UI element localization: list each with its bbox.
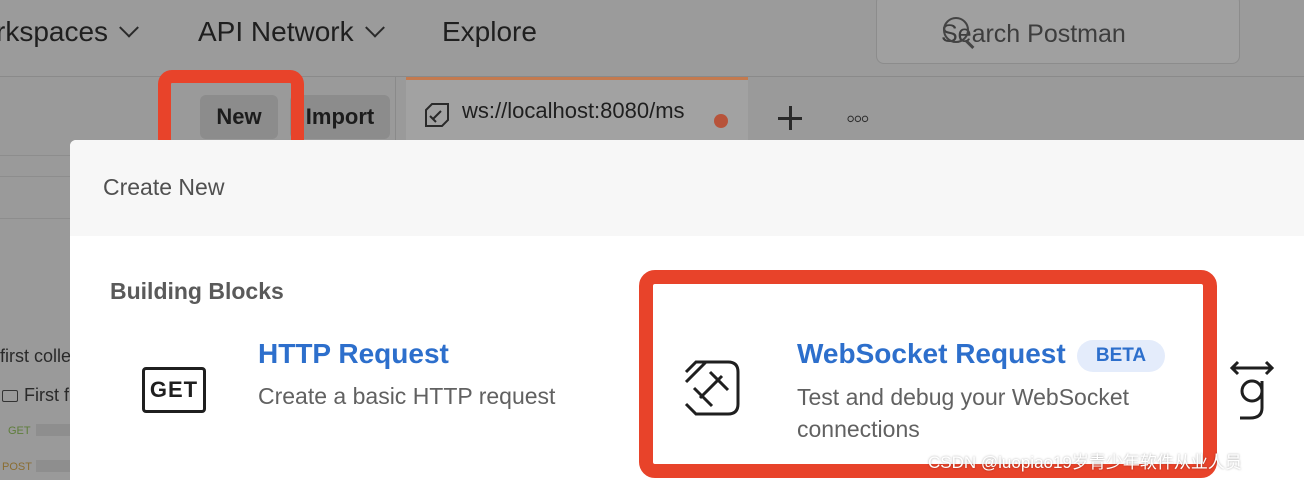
nav-workspaces-label: rkspaces (0, 16, 109, 47)
top-nav-bar: rkspaces API Network Explore Search Post… (0, 0, 1304, 77)
plus-icon[interactable] (778, 106, 802, 130)
sidebar-folder-label: First f (24, 385, 69, 405)
tab-label: ws://localhost:8080/ms (462, 98, 685, 123)
unsaved-dot (714, 114, 728, 128)
tab-websocket-request[interactable]: ws://localhost:8080/ms (406, 77, 748, 142)
method-tag-post: POST (2, 461, 32, 473)
search-input[interactable]: Search Postman (876, 0, 1240, 64)
sidebar-folder[interactable]: First f (2, 385, 69, 406)
sidebar-collection[interactable]: first colle (0, 346, 71, 367)
watermark: CSDN @luopiao19岁青少年软件从业人员 (928, 453, 1242, 472)
graphql-icon (1229, 360, 1275, 420)
section-title: Building Blocks (110, 278, 284, 304)
folder-icon (2, 390, 18, 403)
modal-header: Create New (70, 140, 1304, 236)
import-button[interactable]: Import (290, 95, 390, 139)
get-icon: GET (142, 367, 206, 413)
nav-api-network[interactable]: API Network (198, 14, 385, 50)
search-icon (943, 17, 969, 43)
request-name-placeholder (36, 424, 70, 436)
sidebar-divider (0, 218, 70, 219)
nav-api-network-label: API Network (198, 16, 354, 47)
modal-title: Create New (103, 174, 225, 200)
method-tag-get: GET (8, 425, 31, 437)
chevron-down-icon (364, 17, 385, 38)
http-request-desc: Create a basic HTTP request (258, 383, 556, 409)
nav-workspaces[interactable]: rkspaces (0, 14, 139, 50)
request-name-placeholder (36, 460, 70, 472)
chevron-down-icon (119, 17, 139, 38)
websocket-icon (425, 103, 449, 127)
http-request-title[interactable]: HTTP Request (258, 338, 449, 370)
websocket-request-highlight (639, 270, 1217, 478)
more-icon[interactable]: ◦◦◦ (846, 105, 870, 131)
sidebar-divider (0, 176, 70, 177)
sidebar-divider (0, 155, 70, 156)
nav-explore-label: Explore (442, 16, 537, 47)
nav-explore[interactable]: Explore (442, 14, 537, 50)
